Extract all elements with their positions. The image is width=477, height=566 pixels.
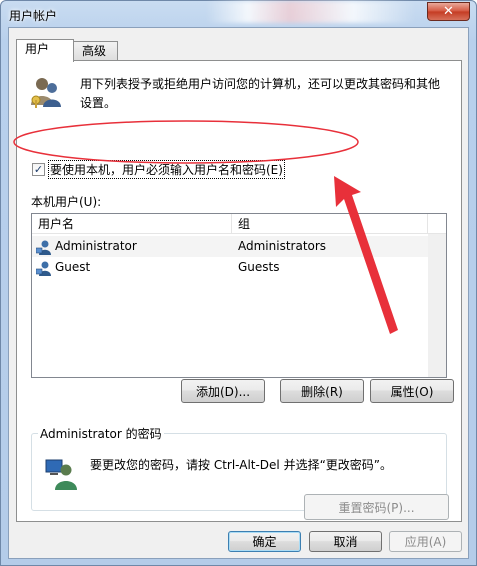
user-group: Administrators [238,239,327,253]
reset-password-button[interactable]: 重置密码(P)... [304,494,449,520]
user-group: Guests [238,260,280,274]
close-button[interactable]: ✕ [427,2,470,21]
user-name: Administrator [55,239,137,253]
password-group-title: Administrator 的密码 [38,425,164,442]
tab-advanced[interactable]: 高级 [73,41,118,61]
dialog-client-area: 用户 高级 用下列表授予或拒绝用户访问您的计算机，还可以更改其密码和其他设置。 … [8,27,469,559]
tab-users[interactable]: 用户 [16,39,74,62]
password-instructions: 要更改您的密码，请按 Ctrl-Alt-Del 并选择“更改密码”。 [90,458,393,472]
properties-button[interactable]: 属性(O) [370,379,454,403]
checkmark-icon: ✓ [33,163,44,176]
require-password-checkbox[interactable]: ✓ [32,163,45,176]
computer-user-icon [45,459,77,490]
require-password-checkbox-row[interactable]: ✓ 要使用本机，用户必须输入用户名和密码(E) [32,160,285,179]
users-list[interactable]: 用户名 组 Administrator Administrators Guest… [31,213,447,378]
remove-user-button[interactable]: 删除(R) [280,379,364,403]
column-header-group[interactable]: 组 [232,214,428,234]
column-header-username[interactable]: 用户名 [32,214,232,234]
table-row[interactable]: Administrator Administrators [32,236,428,257]
blurred-background-strip [206,1,416,23]
description-text: 用下列表授予或拒绝用户访问您的计算机，还可以更改其密码和其他设置。 [80,77,441,110]
users-icon [31,78,61,108]
cancel-button[interactable]: 取消 [309,531,382,552]
add-user-button[interactable]: 添加(D)... [181,379,265,403]
password-groupbox: Administrator 的密码 要更改您的密码，请按 Ctrl-Alt-De… [31,425,449,520]
user-name: Guest [55,260,91,274]
list-header: 用户名 组 [32,214,446,234]
table-row[interactable]: Guest Guests [32,257,428,278]
user-icon [36,240,51,255]
local-users-label: 本机用户(U): [31,195,102,209]
users-tab-panel: 用下列表授予或拒绝用户访问您的计算机，还可以更改其密码和其他设置。 ✓ 要使用本… [16,60,462,522]
window-title: 用户帐户 [9,9,58,23]
apply-button[interactable]: 应用(A) [389,531,462,552]
user-accounts-window: 用户帐户 ✕ 用户 高级 用下列表授予或拒绝用户访问您的计算机，还可以更改其密码… [0,0,477,566]
user-icon [36,261,51,276]
list-scroll-area [428,234,446,377]
require-password-label: 要使用本机，用户必须输入用户名和密码(E) [48,160,285,179]
close-icon: ✕ [443,4,454,19]
ok-button[interactable]: 确定 [228,531,301,552]
title-bar[interactable]: 用户帐户 ✕ [1,1,476,27]
